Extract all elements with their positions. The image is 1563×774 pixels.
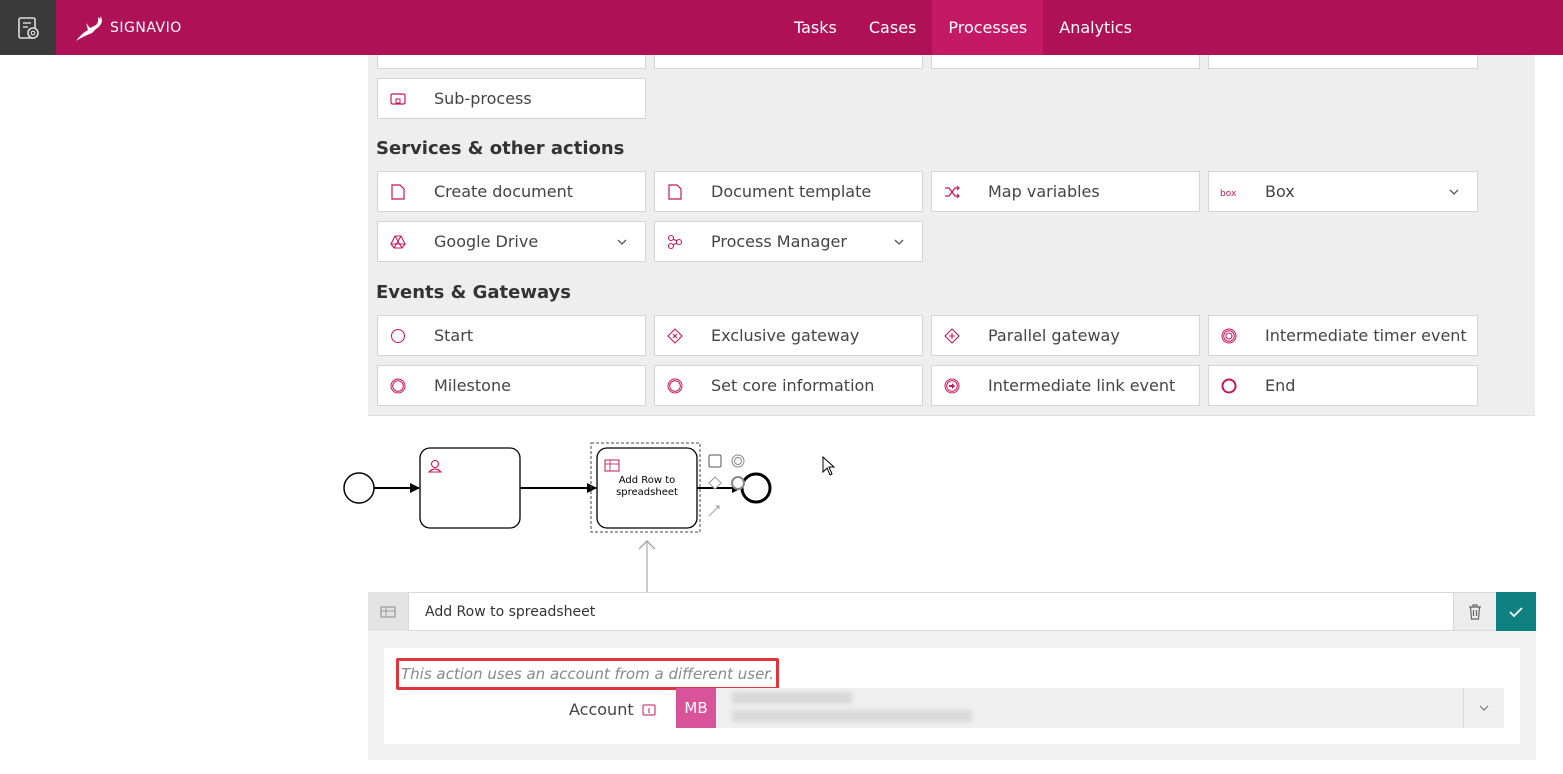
- delete-button[interactable]: [1454, 592, 1496, 631]
- palette-label: Document template: [711, 182, 872, 201]
- palette-label: Intermediate link event: [988, 376, 1176, 395]
- exclusive-gateway-icon: [665, 326, 685, 346]
- shuffle-icon: [942, 182, 962, 202]
- core-info-icon: [665, 376, 685, 396]
- palette-intermediate-link-event[interactable]: Intermediate link event: [931, 365, 1200, 406]
- user-task[interactable]: [419, 447, 521, 529]
- checkmark-icon: [1509, 606, 1523, 617]
- palette-clipped-item[interactable]: [377, 55, 646, 69]
- account-email-redacted: [732, 710, 972, 722]
- append-intermediate-event-icon[interactable]: [731, 454, 745, 468]
- palette-clipped-item[interactable]: [654, 55, 923, 69]
- nav-processes[interactable]: Processes: [932, 0, 1044, 55]
- append-end-event-icon[interactable]: [731, 476, 745, 490]
- signavio-logo[interactable]: SIGNAVIO: [74, 12, 182, 44]
- palette-google-drive[interactable]: Google Drive: [377, 221, 646, 262]
- box-logo-icon: box: [1219, 182, 1239, 202]
- connect-icon[interactable]: [708, 505, 720, 517]
- milestone-icon: [388, 376, 408, 396]
- palette-label: Milestone: [434, 376, 511, 395]
- different-user-warning: This action uses an account from a diffe…: [396, 658, 779, 690]
- end-event[interactable]: [740, 472, 772, 504]
- palette-label: Create document: [434, 182, 573, 201]
- process-manager-icon: [665, 232, 685, 252]
- palette-map-variables[interactable]: Map variables: [931, 171, 1200, 212]
- chevron-down-icon[interactable]: [894, 239, 908, 245]
- svg-text:box: box: [1220, 189, 1237, 197]
- account-label: Account: [569, 700, 634, 719]
- top-bar: SIGNAVIO Tasks Cases Processes Analytics: [0, 0, 1563, 55]
- palette-milestone[interactable]: Milestone: [377, 365, 646, 406]
- services-section-title: Services & other actions: [376, 138, 625, 159]
- palette-start[interactable]: Start: [377, 315, 646, 356]
- palette-label: End: [1265, 376, 1296, 395]
- end-event-icon: [1219, 376, 1239, 396]
- events-section-title: Events & Gateways: [376, 282, 572, 303]
- spreadsheet-action-icon: [368, 592, 408, 631]
- palette-label: Intermediate timer event: [1265, 326, 1467, 345]
- palette-label: Exclusive gateway: [711, 326, 860, 345]
- link-event-icon: [942, 376, 962, 396]
- logo-text: SIGNAVIO: [110, 20, 182, 36]
- palette-label: Process Manager: [711, 232, 847, 251]
- document-icon: [388, 182, 408, 202]
- nav-cases[interactable]: Cases: [853, 0, 933, 55]
- palette-end[interactable]: End: [1208, 365, 1478, 406]
- selected-task[interactable]: Add Row to spreadsheet: [596, 447, 698, 529]
- context-pad: [708, 454, 745, 517]
- palette-exclusive-gateway[interactable]: Exclusive gateway: [654, 315, 923, 356]
- palette-box[interactable]: box Box: [1208, 171, 1478, 212]
- palette-clipped-item[interactable]: [1208, 55, 1478, 69]
- chevron-down-icon[interactable]: [1449, 189, 1463, 195]
- timer-event-icon: [1219, 326, 1239, 346]
- palette-clipped-item[interactable]: [931, 55, 1200, 69]
- properties-body: This action uses an account from a diffe…: [384, 648, 1520, 744]
- palette-label: Parallel gateway: [988, 326, 1120, 345]
- document-icon: [665, 182, 685, 202]
- account-label-row: Account: [569, 700, 656, 719]
- palette-document-template[interactable]: Document template: [654, 171, 923, 212]
- palette-intermediate-timer-event[interactable]: Intermediate timer event: [1208, 315, 1478, 356]
- palette-label: Box: [1265, 182, 1295, 201]
- parallel-gateway-icon: [942, 326, 962, 346]
- palette-create-document[interactable]: Create document: [377, 171, 646, 212]
- task-label: Add Row to spreadsheet: [616, 475, 678, 498]
- account-name-redacted: [732, 692, 852, 704]
- subprocess-icon: [388, 89, 408, 109]
- palette-parallel-gateway[interactable]: Parallel gateway: [931, 315, 1200, 356]
- append-task-icon[interactable]: [708, 454, 722, 468]
- palette-label: Map variables: [988, 182, 1100, 201]
- properties-panel: This action uses an account from a diffe…: [368, 592, 1536, 760]
- gear-icon: [18, 16, 39, 39]
- palette-subprocess[interactable]: Sub-process: [377, 78, 646, 119]
- palette-label: Sub-process: [434, 89, 532, 108]
- nav-analytics[interactable]: Analytics: [1043, 0, 1148, 55]
- account-select[interactable]: MB: [676, 688, 1504, 728]
- palette-label: Set core information: [711, 376, 875, 395]
- start-event-icon: [388, 326, 408, 346]
- palette-label: Start: [434, 326, 474, 345]
- start-event[interactable]: [343, 472, 375, 504]
- avatar: MB: [676, 688, 716, 728]
- info-icon[interactable]: [642, 704, 656, 716]
- palette-process-manager[interactable]: Process Manager: [654, 221, 923, 262]
- chevron-down-icon[interactable]: [617, 239, 631, 245]
- deer-logo-icon: [76, 16, 102, 41]
- palette-set-core-information[interactable]: Set core information: [654, 365, 923, 406]
- confirm-button[interactable]: [1496, 592, 1536, 631]
- settings-button[interactable]: [0, 0, 56, 55]
- google-drive-icon: [388, 232, 408, 252]
- mouse-cursor-icon: [822, 455, 836, 476]
- chevron-down-icon[interactable]: [1463, 688, 1504, 728]
- task-name-input[interactable]: [408, 592, 1454, 631]
- main-nav: Tasks Cases Processes Analytics: [778, 0, 1148, 55]
- palette-label: Google Drive: [434, 232, 539, 251]
- nav-tasks[interactable]: Tasks: [778, 0, 853, 55]
- trash-icon: [1469, 603, 1481, 620]
